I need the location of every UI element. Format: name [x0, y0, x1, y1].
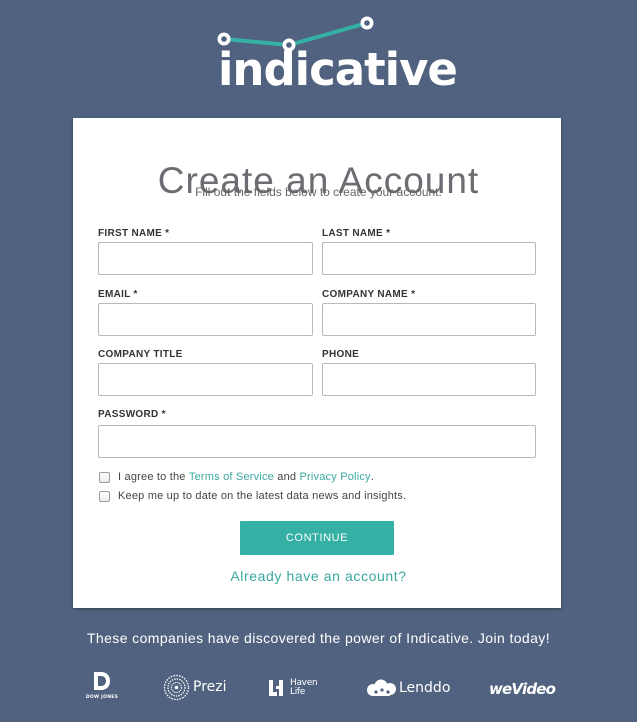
customers-tagline: These companies have discovered the powe…	[86, 630, 550, 646]
client-logo-lenddo: Lenddo	[366, 678, 450, 698]
company-title-field[interactable]	[98, 363, 313, 396]
terms-prefix-text: I agree to the	[118, 471, 186, 483]
last-name-field[interactable]	[322, 242, 536, 275]
terms-and-text: and	[277, 471, 297, 483]
client-logo-haven-life: Haven Life	[268, 677, 320, 699]
password-field[interactable]	[98, 425, 536, 458]
brand-logo[interactable]: indicative	[0, 0, 637, 110]
password-label: PASSWORD *	[98, 409, 166, 420]
client-logo-wevideo: weVideo	[489, 679, 556, 699]
terms-agreement-row: I agree to the Terms of Service and Priv…	[99, 470, 374, 484]
terms-checkbox[interactable]	[99, 471, 110, 483]
phone-field[interactable]	[322, 363, 536, 396]
lenddo-logo-icon	[367, 679, 396, 696]
haven-life-wordmark: Haven Life	[290, 678, 318, 697]
last-name-label: LAST NAME *	[322, 228, 391, 239]
haven-life-logo-icon	[269, 680, 283, 696]
terms-suffix-text: .	[370, 471, 375, 483]
company-name-label: COMPANY NAME *	[322, 289, 416, 300]
company-title-label: COMPANY TITLE	[98, 349, 183, 360]
page-subtitle: Fill out the fields below to create your…	[195, 185, 442, 199]
privacy-policy-link[interactable]: Privacy Policy	[299, 471, 370, 483]
email-label: EMAIL *	[98, 289, 138, 300]
prezi-logo-icon	[163, 674, 190, 700]
login-link[interactable]: Already have an account?	[0, 568, 637, 585]
client-logo-prezi: Prezi	[163, 673, 227, 701]
lenddo-wordmark: Lenddo	[399, 680, 451, 696]
newsletter-label: Keep me up to date on the latest data ne…	[118, 490, 407, 502]
dow-jones-wordmark: DOW JONES	[85, 695, 119, 700]
newsletter-row: Keep me up to date on the latest data ne…	[99, 489, 406, 503]
prezi-wordmark: Prezi	[193, 679, 227, 695]
email-field[interactable]	[98, 303, 313, 336]
company-name-field[interactable]	[322, 303, 536, 336]
client-logo-dow-jones: DOW JONES	[84, 670, 120, 706]
continue-button[interactable]: CONTINUE	[240, 521, 394, 555]
phone-label: PHONE	[322, 349, 360, 360]
brand-wordmark: indicative	[218, 43, 458, 96]
newsletter-checkbox[interactable]	[99, 490, 110, 502]
first-name-label: FIRST NAME *	[98, 228, 170, 239]
first-name-field[interactable]	[98, 242, 313, 275]
wevideo-logo-icon: weVideo	[489, 680, 556, 698]
dow-jones-logo-icon	[94, 672, 110, 690]
terms-of-service-link[interactable]: Terms of Service	[189, 471, 274, 483]
